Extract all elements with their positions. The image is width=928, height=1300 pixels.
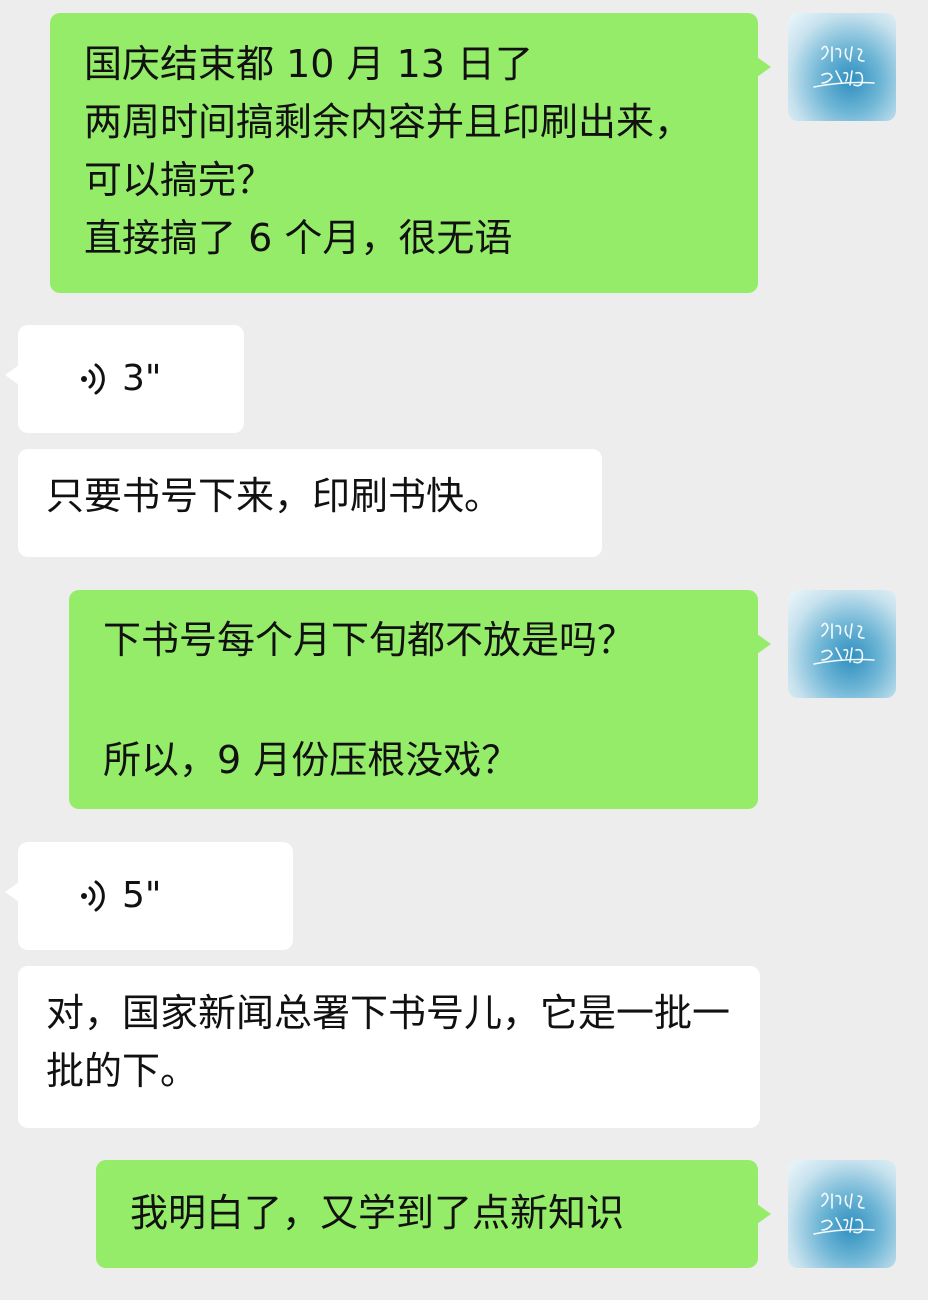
outgoing-message-bubble[interactable]: 我明白了，又学到了点新知识 [96,1160,771,1268]
avatar-calligraphy-icon [813,1192,875,1235]
incoming-message-bubble[interactable]: 对，国家新闻总署下书号儿，它是一批一批的下。 [18,966,760,1128]
incoming-message-bubble[interactable]: 只要书号下来，印刷书快。 [18,449,602,557]
avatar[interactable] [788,1160,896,1268]
avatar-calligraphy-icon [813,622,875,665]
outgoing-message-bubble[interactable]: 国庆结束都 10 月 13 日了 两周时间搞剩余内容并且印刷出来，可以搞完？ 直… [50,13,771,293]
avatar[interactable] [788,13,896,121]
voice-duration: 3" [122,358,162,399]
avatar[interactable] [788,590,896,698]
voice-wave-icon [81,880,105,912]
voice-message[interactable]: 5" [5,842,293,950]
chat-thread: 国庆结束都 10 月 13 日了 两周时间搞剩余内容并且印刷出来，可以搞完？ 直… [0,0,928,1300]
voice-message[interactable]: 3" [5,325,244,433]
voice-duration: 5" [122,875,162,916]
voice-wave-icon [81,363,105,395]
outgoing-message-bubble[interactable]: 下书号每个月下旬都不放是吗？ 所以，9 月份压根没戏？ [69,590,771,809]
avatar-calligraphy-icon [813,45,875,88]
